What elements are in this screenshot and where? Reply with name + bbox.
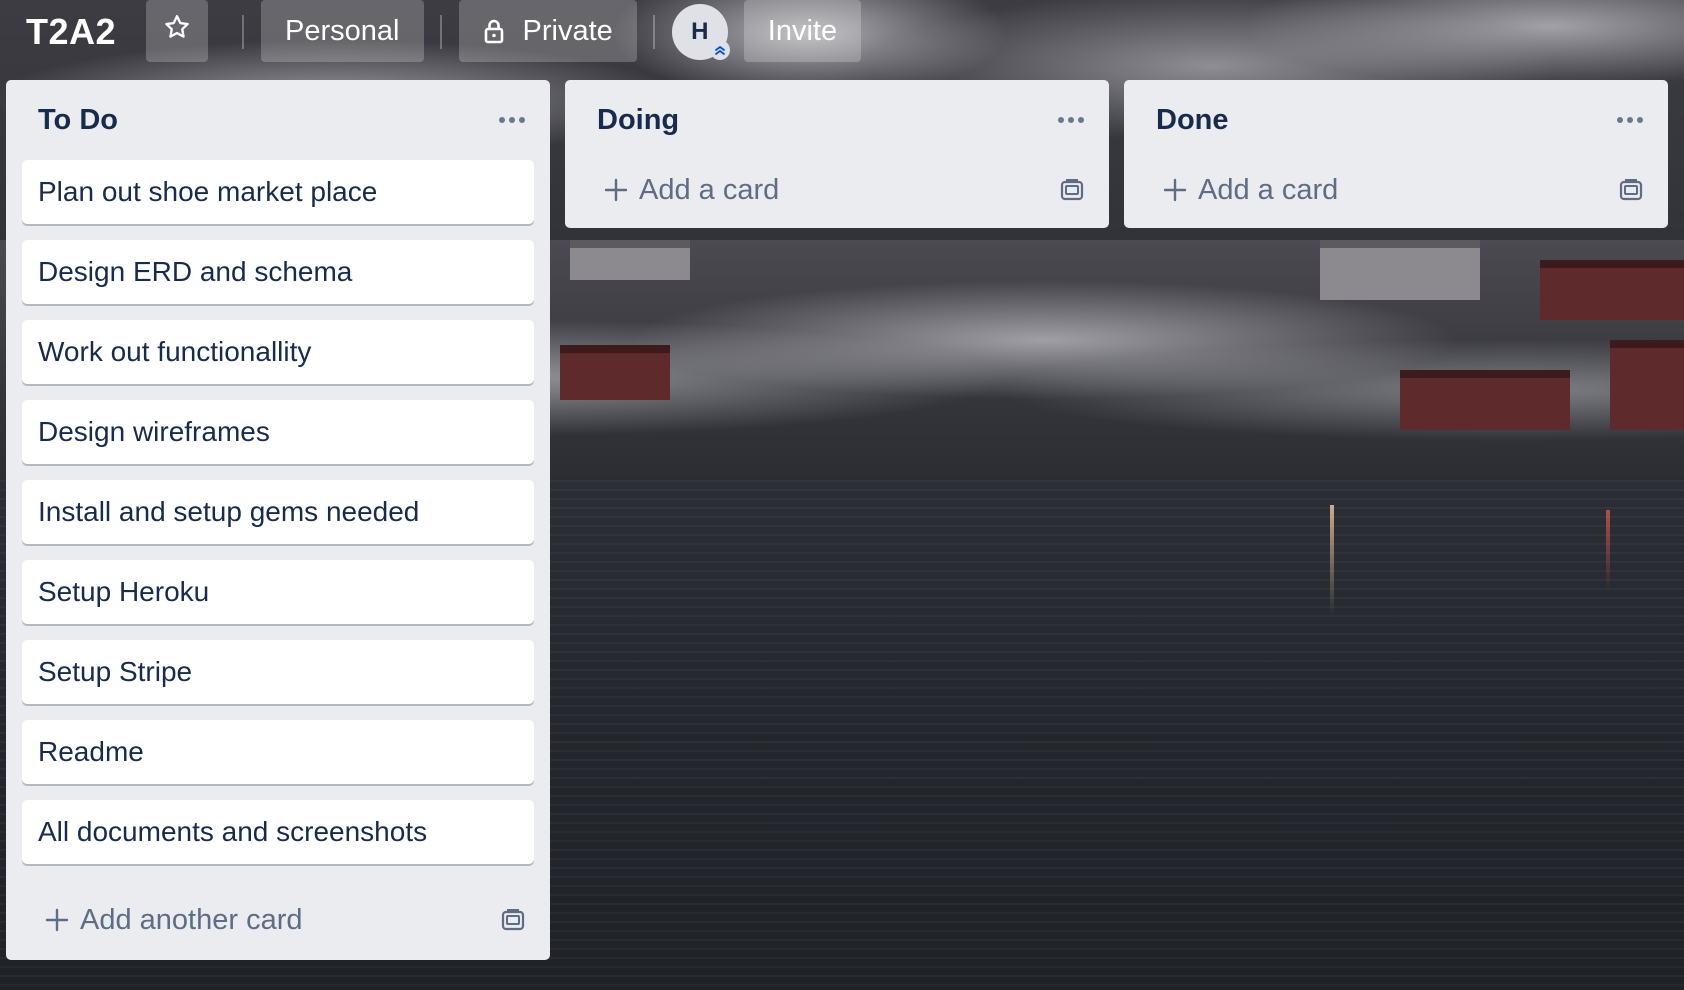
star-icon xyxy=(163,13,191,49)
privacy-button[interactable]: Private xyxy=(458,0,637,62)
team-visibility-label: Personal xyxy=(285,14,400,47)
background-house xyxy=(1400,370,1570,430)
invite-label: Invite xyxy=(767,14,838,47)
background-reflection xyxy=(1330,505,1334,615)
background-house xyxy=(560,345,670,400)
card[interactable]: Work out functionallity xyxy=(22,320,534,384)
card-composer: Add a card xyxy=(565,152,1109,228)
list-doing: Doing Add a card xyxy=(565,80,1109,228)
add-card-label: Add another card xyxy=(80,903,303,936)
card-template-button[interactable] xyxy=(1059,177,1085,203)
header-divider xyxy=(242,15,245,49)
card-title: Setup Heroku xyxy=(38,576,210,607)
more-icon xyxy=(499,117,525,123)
background-house xyxy=(570,240,690,280)
card-title: Work out functionallity xyxy=(38,336,312,367)
card[interactable]: Setup Stripe xyxy=(22,640,534,704)
header-divider xyxy=(439,15,442,49)
card-composer: Add a card xyxy=(1124,152,1668,228)
list-done: Done Add a card xyxy=(1124,80,1668,228)
card[interactable]: Design wireframes xyxy=(22,400,534,464)
add-card-label: Add a card xyxy=(1198,173,1339,206)
card[interactable]: Install and setup gems needed xyxy=(22,480,534,544)
list-header: Doing xyxy=(565,80,1109,160)
plus-icon xyxy=(603,177,629,203)
admin-chevron-icon xyxy=(709,40,730,60)
background-house xyxy=(1540,260,1684,320)
list-title[interactable]: To Do xyxy=(38,104,118,137)
background-house xyxy=(1320,240,1480,300)
list-title[interactable]: Done xyxy=(1156,104,1229,137)
card-title: Readme xyxy=(38,736,144,767)
avatar-initial: H xyxy=(691,18,709,45)
lock-icon xyxy=(483,18,505,44)
card-template-button[interactable] xyxy=(500,907,526,933)
card[interactable]: Design ERD and schema xyxy=(22,240,534,304)
card[interactable]: Readme xyxy=(22,720,534,784)
plus-icon xyxy=(1162,177,1188,203)
card-title: Design wireframes xyxy=(38,416,270,447)
add-card-label: Add a card xyxy=(639,173,780,206)
list-title[interactable]: Doing xyxy=(597,104,679,137)
card[interactable]: Plan out shoe market place xyxy=(22,160,534,224)
card-title: All documents and screenshots xyxy=(38,816,428,847)
member-avatar[interactable]: H xyxy=(671,4,730,60)
board-header: T2A2 Personal Private H Invite xyxy=(0,0,1684,64)
card-title: Design ERD and schema xyxy=(38,256,353,287)
add-card-button[interactable]: Add a card xyxy=(1162,174,1338,207)
header-divider xyxy=(652,15,655,49)
star-board-button[interactable] xyxy=(146,0,209,62)
list-menu-button[interactable] xyxy=(492,100,532,140)
add-card-button[interactable]: Add a card xyxy=(603,174,779,207)
card[interactable]: Setup Heroku xyxy=(22,560,534,624)
list-menu-button[interactable] xyxy=(1051,100,1091,140)
add-card-button[interactable]: Add another card xyxy=(44,904,302,937)
card-title: Plan out shoe market place xyxy=(38,176,378,207)
template-icon xyxy=(1060,179,1084,201)
more-icon xyxy=(1058,117,1084,123)
list-header: Done xyxy=(1124,80,1668,160)
card-composer: Add another card xyxy=(6,880,550,960)
card[interactable]: All documents and screenshots xyxy=(22,800,534,864)
invite-button[interactable]: Invite xyxy=(743,0,862,62)
background-reflection xyxy=(1606,510,1610,590)
list-header: To Do xyxy=(6,80,550,160)
board-title[interactable]: T2A2 xyxy=(26,11,116,53)
template-icon xyxy=(1619,179,1643,201)
card-template-button[interactable] xyxy=(1618,177,1644,203)
card-title: Install and setup gems needed xyxy=(38,496,420,527)
card-list: Plan out shoe market place Design ERD an… xyxy=(6,160,550,864)
background-house xyxy=(1610,340,1684,430)
privacy-label: Private xyxy=(522,14,613,47)
list-to-do: To Do Plan out shoe market place Design … xyxy=(6,80,550,960)
card-title: Setup Stripe xyxy=(38,656,193,687)
team-visibility-button[interactable]: Personal xyxy=(261,0,424,62)
plus-icon xyxy=(44,907,70,933)
more-icon xyxy=(1617,117,1643,123)
list-menu-button[interactable] xyxy=(1610,100,1650,140)
template-icon xyxy=(501,909,525,931)
